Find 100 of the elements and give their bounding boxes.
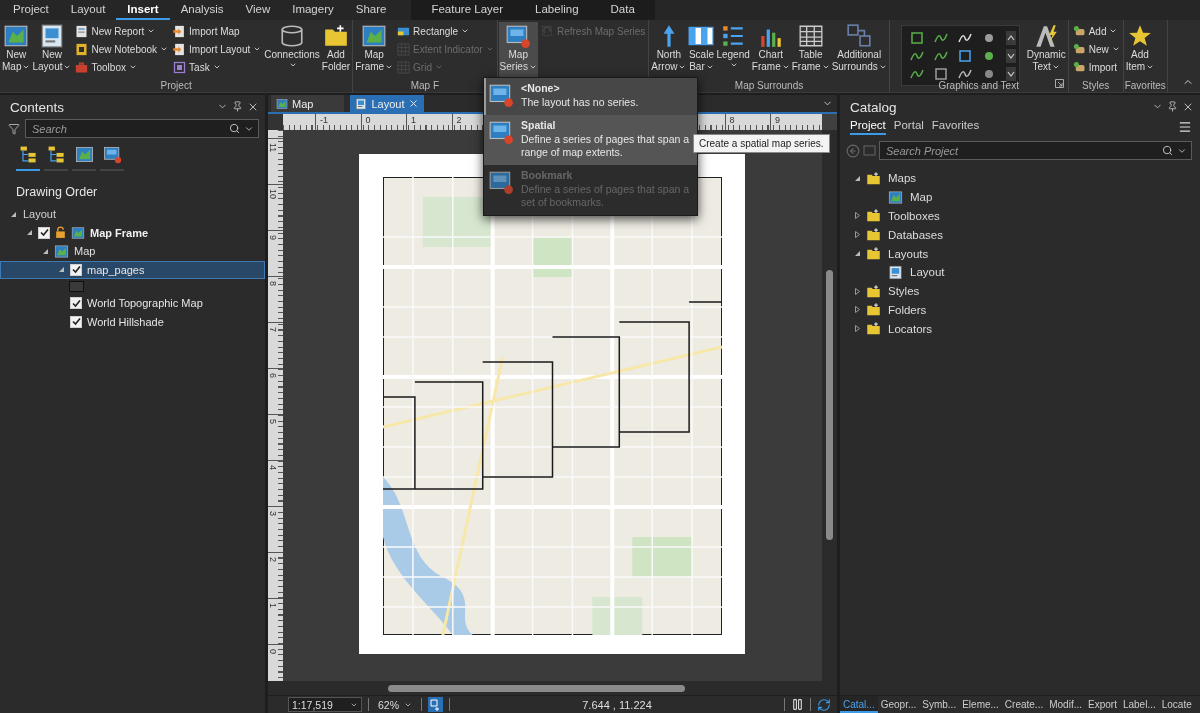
search-field[interactable]: Search Project: [879, 141, 1192, 160]
ribbon-button[interactable]: New Notebook: [72, 40, 171, 58]
view-tab[interactable]: [16, 145, 40, 171]
zoom-field[interactable]: 62%: [375, 697, 415, 712]
ribbon-button[interactable]: Add: [1069, 22, 1122, 40]
search-field[interactable]: Search: [25, 119, 259, 138]
menu-item[interactable]: <None> The layout has no series.: [484, 78, 697, 115]
scrollbar-thumb[interactable]: [388, 684, 685, 692]
close-icon[interactable]: [408, 98, 420, 109]
expanded-arrow-icon[interactable]: [10, 210, 17, 218]
filter-icon[interactable]: [8, 122, 20, 135]
ribbon-tab[interactable]: Analysis: [169, 0, 235, 20]
ribbon-tab[interactable]: Project: [2, 0, 60, 20]
collapsed-arrow-icon[interactable]: [854, 287, 861, 295]
ribbon-button[interactable]: Add Item: [1124, 22, 1156, 78]
checkbox[interactable]: [38, 226, 50, 239]
ribbon-button[interactable]: Task: [170, 58, 264, 76]
catalog-item[interactable]: Locators: [840, 319, 1200, 339]
expanded-arrow-icon[interactable]: [26, 229, 33, 237]
ribbon-button[interactable]: Rectangle: [394, 22, 496, 40]
expanded-arrow-icon[interactable]: [42, 247, 49, 255]
catalog-tab[interactable]: Project: [850, 119, 886, 135]
catalog-item[interactable]: Map: [840, 187, 1200, 207]
ribbon-button[interactable]: Toolbox: [72, 58, 171, 76]
dock-tab[interactable]: Label...: [1119, 696, 1159, 713]
close-icon[interactable]: [247, 101, 259, 113]
gallery-scroll-button[interactable]: [1005, 66, 1016, 81]
collapsed-arrow-icon[interactable]: [854, 212, 861, 220]
ribbon-button[interactable]: New: [1069, 40, 1122, 58]
checkbox[interactable]: [70, 263, 82, 276]
dock-tab[interactable]: Catal...: [840, 696, 878, 713]
ribbon-button[interactable]: Import Layout: [170, 40, 264, 58]
ribbon-button[interactable]: Map Series: [498, 22, 538, 78]
catalog-item[interactable]: Layout: [840, 263, 1200, 282]
dock-tab[interactable]: Eleme...: [959, 696, 1002, 713]
dock-tab[interactable]: Modif...: [1046, 696, 1085, 713]
ribbon-button[interactable]: Map Frame: [354, 22, 395, 78]
checkbox[interactable]: [70, 297, 82, 310]
ribbon-button[interactable]: Scale Bar: [687, 22, 716, 78]
gallery-scroll-button[interactable]: [1005, 30, 1016, 45]
search-icon[interactable]: [1162, 145, 1173, 156]
ribbon-button[interactable]: New Map: [1, 22, 32, 78]
document-tab[interactable]: Map: [271, 95, 345, 112]
view-tab[interactable]: [72, 145, 96, 171]
ribbon-tab[interactable]: Data: [594, 0, 651, 20]
ribbon-button[interactable]: Import Map: [170, 22, 264, 40]
pin-icon[interactable]: [1167, 101, 1178, 112]
refresh-icon[interactable]: [817, 697, 831, 712]
close-icon[interactable]: [1182, 101, 1194, 113]
dock-tab[interactable]: Geopr...: [877, 696, 920, 713]
layer-row[interactable]: World Hillshade: [0, 312, 265, 331]
catalog-item[interactable]: Maps: [840, 169, 1200, 188]
layer-row[interactable]: map_pages: [0, 260, 265, 279]
ribbon-button[interactable]: Chart Frame: [750, 22, 791, 78]
view-tab[interactable]: [100, 145, 124, 171]
menu-icon[interactable]: [1178, 120, 1192, 134]
ribbon-tab[interactable]: Labeling: [519, 0, 595, 20]
dock-tab[interactable]: Symb...: [919, 696, 960, 713]
scrollbar-thumb[interactable]: [826, 270, 833, 540]
ribbon-button[interactable]: Additional Surrounds: [830, 22, 888, 78]
catalog-item[interactable]: Styles: [840, 281, 1200, 301]
ribbon-button[interactable]: New Layout: [31, 22, 73, 78]
scale-field[interactable]: 1:17,519: [288, 697, 362, 712]
expanded-arrow-icon[interactable]: [854, 250, 861, 258]
catalog-tab[interactable]: Portal: [893, 119, 924, 135]
collapsed-arrow-icon[interactable]: [854, 325, 861, 333]
ribbon-button[interactable]: Dynamic Text: [1025, 22, 1067, 78]
ribbon-button[interactable]: Table Frame: [790, 22, 831, 78]
document-tab[interactable]: Layout: [350, 95, 425, 112]
layer-row[interactable]: Map Frame: [0, 223, 265, 242]
pause-icon[interactable]: [791, 698, 804, 711]
expanded-arrow-icon[interactable]: [58, 266, 65, 274]
ribbon-button[interactable]: Add Folder: [320, 22, 352, 78]
layer-row[interactable]: Layout: [0, 205, 265, 224]
catalog-item[interactable]: Databases: [840, 225, 1200, 245]
catalog-item[interactable]: Layouts: [840, 244, 1200, 263]
ribbon-button[interactable]: New Report: [72, 22, 171, 40]
search-icon[interactable]: [229, 123, 240, 134]
gallery-scroll-button[interactable]: [1005, 48, 1016, 63]
search-input[interactable]: Search Project: [884, 143, 1158, 158]
catalog-tab[interactable]: Favorites: [931, 119, 980, 135]
add-layout-button[interactable]: [428, 697, 443, 712]
checkbox[interactable]: [70, 315, 82, 328]
view-tab[interactable]: [44, 145, 68, 171]
ribbon-tab[interactable]: Feature Layer: [415, 0, 520, 20]
dock-tab[interactable]: Create...: [1001, 696, 1047, 713]
ribbon-button[interactable]: Import: [1069, 58, 1122, 76]
ribbon-tab[interactable]: Imagery: [281, 0, 345, 20]
ribbon-tab[interactable]: Share: [344, 0, 398, 20]
back-icon[interactable]: [846, 143, 860, 158]
pin-icon[interactable]: [232, 101, 243, 112]
ribbon-tab[interactable]: View: [234, 0, 282, 20]
dock-tab[interactable]: Locate: [1158, 696, 1195, 713]
ribbon-button[interactable]: Connections: [263, 22, 321, 78]
catalog-item[interactable]: Toolboxes: [840, 206, 1200, 226]
collapsed-arrow-icon[interactable]: [854, 306, 861, 314]
menu-item[interactable]: Spatial Define a series of pages that span a range of map extents.: [484, 115, 697, 165]
dock-tab[interactable]: Export: [1085, 696, 1120, 713]
ribbon-button[interactable]: North Arrow: [650, 22, 688, 78]
dialog-launcher-icon[interactable]: [1054, 79, 1064, 88]
